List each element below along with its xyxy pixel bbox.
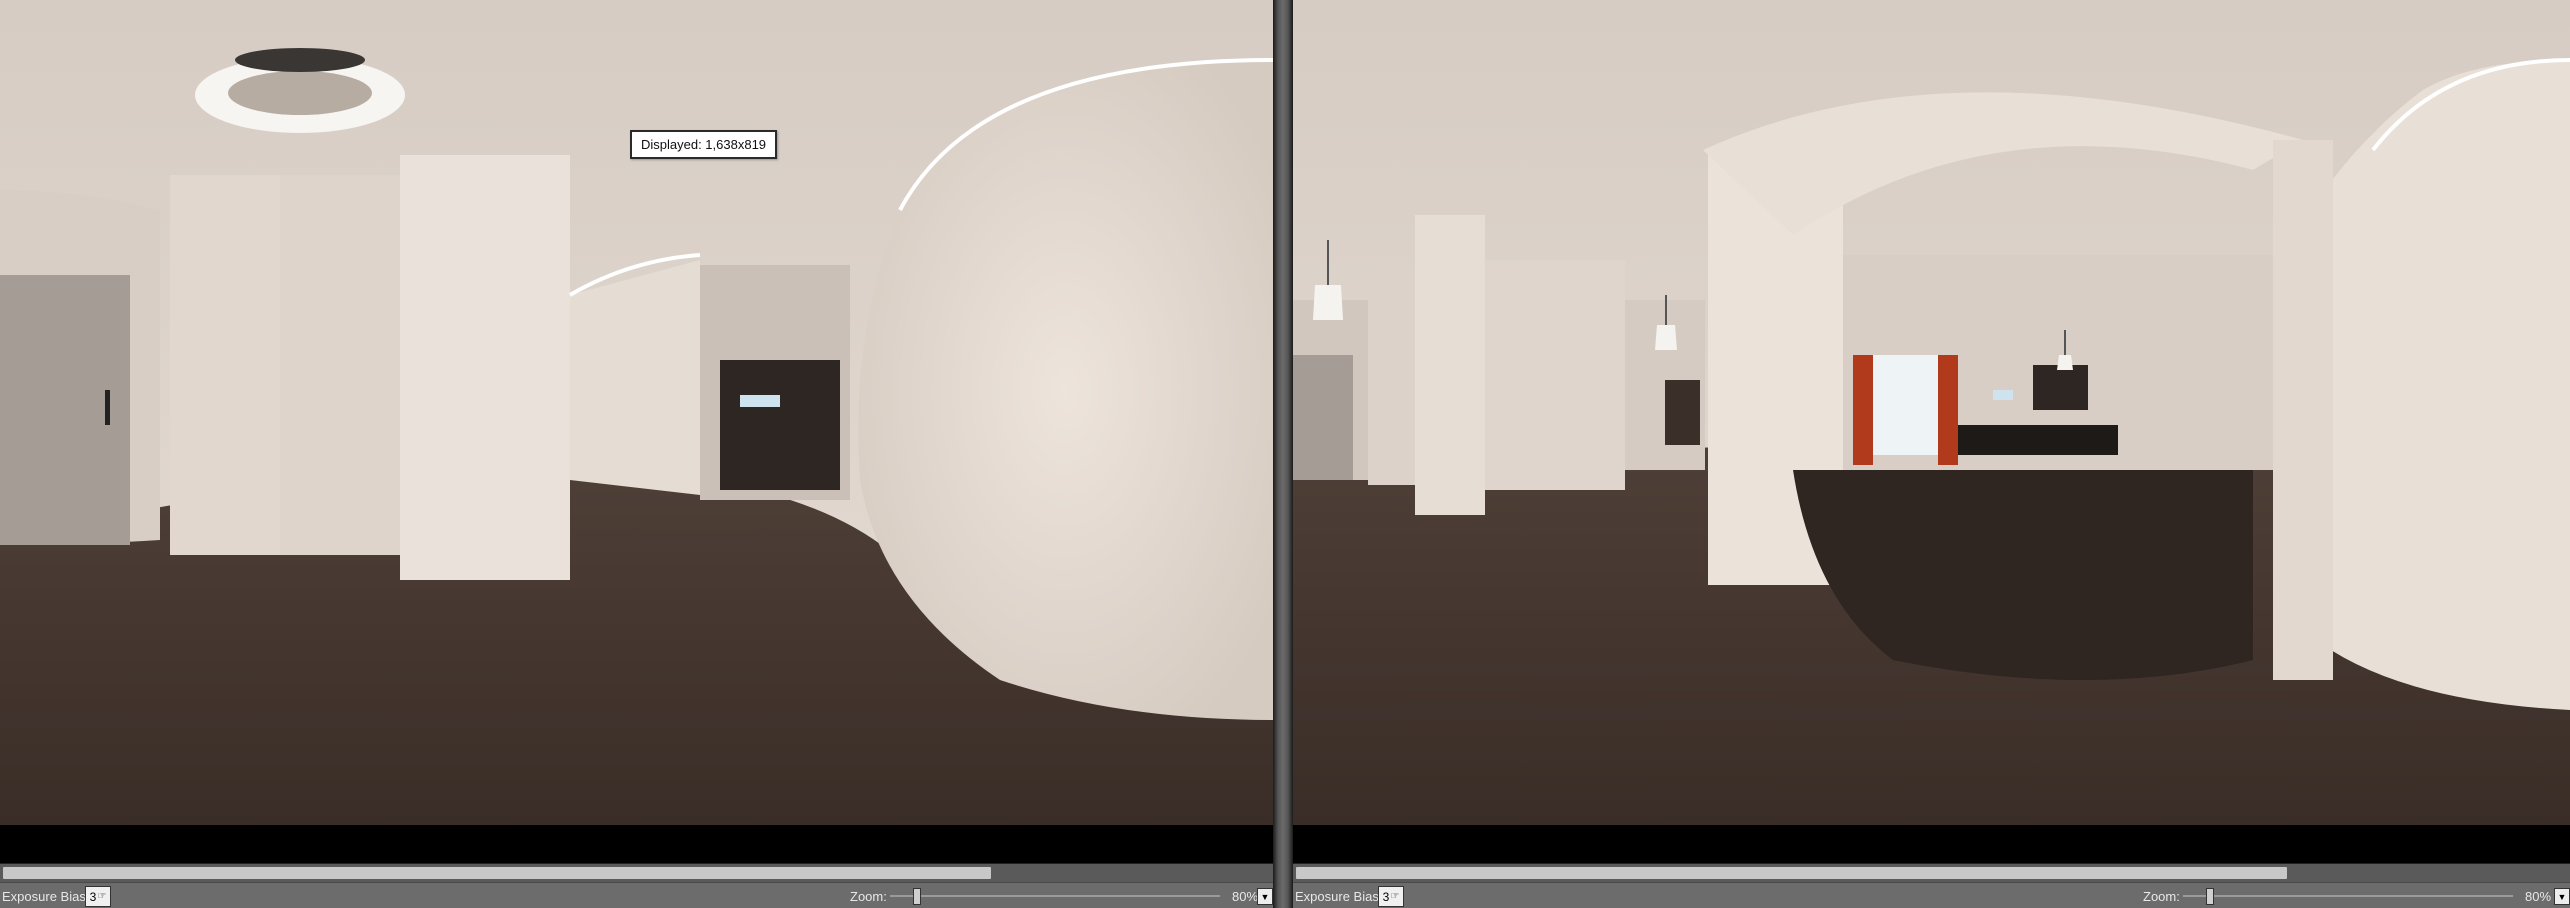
- left-image-panel: Displayed: 1,638x819 Exposure Bias: 3 ☞ …: [0, 0, 1273, 908]
- left-black-bar: [0, 825, 1273, 863]
- exposure-bias-input[interactable]: 3 ☞: [1378, 886, 1404, 907]
- right-horizontal-scrollbar[interactable]: [1293, 863, 2570, 882]
- chevron-down-icon: ▼: [1260, 891, 1270, 902]
- right-panorama-image: [1293, 0, 2570, 825]
- zoom-slider-thumb[interactable]: [913, 888, 921, 905]
- zoom-slider-track[interactable]: [890, 895, 1220, 897]
- right-black-bar: [1293, 825, 2570, 863]
- zoom-slider-track[interactable]: [2183, 895, 2513, 897]
- right-image-panel: Exposure Bias: 3 ☞ Zoom: 80% ▼: [1293, 0, 2570, 908]
- left-status-bar: Exposure Bias: 3 ☞ Zoom: 80% ▼: [0, 882, 1273, 908]
- left-panorama-viewport[interactable]: Displayed: 1,638x819: [0, 0, 1273, 825]
- zoom-slider-thumb[interactable]: [2206, 888, 2214, 905]
- zoom-value: 80%: [1232, 889, 1259, 904]
- zoom-dropdown-button[interactable]: ▼: [2554, 888, 2570, 905]
- exposure-bias-value: 3: [89, 889, 97, 904]
- zoom-dropdown-button[interactable]: ▼: [1257, 888, 1273, 905]
- zoom-label: Zoom:: [2143, 889, 2180, 904]
- left-horizontal-scrollbar[interactable]: [0, 863, 1273, 882]
- left-panorama-image: [0, 0, 1273, 825]
- chevron-down-icon: ▼: [2557, 891, 2567, 902]
- cursor-hand-icon: ☞: [97, 891, 107, 902]
- right-scrollbar-thumb[interactable]: [1296, 867, 2287, 879]
- right-status-bar: Exposure Bias: 3 ☞ Zoom: 80% ▼: [1293, 882, 2570, 908]
- panel-divider[interactable]: [1273, 0, 1293, 908]
- zoom-value: 80%: [2525, 889, 2552, 904]
- exposure-bias-value: 3: [1382, 889, 1390, 904]
- displayed-size-tooltip: Displayed: 1,638x819: [630, 130, 778, 159]
- exposure-bias-label: Exposure Bias:: [2, 889, 90, 904]
- exposure-bias-input[interactable]: 3 ☞: [85, 886, 111, 907]
- zoom-label: Zoom:: [850, 889, 887, 904]
- cursor-hand-icon: ☞: [1390, 891, 1400, 902]
- right-panorama-viewport[interactable]: [1293, 0, 2570, 825]
- exposure-bias-label: Exposure Bias:: [1295, 889, 1383, 904]
- left-scrollbar-thumb[interactable]: [3, 867, 991, 879]
